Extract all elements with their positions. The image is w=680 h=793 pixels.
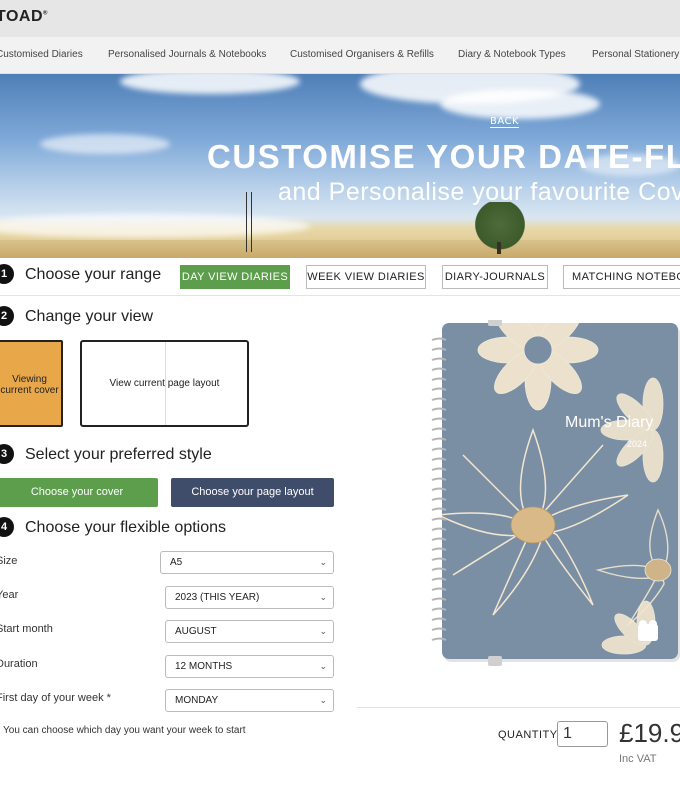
diary-cover-year: 2024 — [627, 439, 648, 449]
year-label: Year — [0, 589, 19, 601]
chevron-down-icon: ⌄ — [319, 661, 327, 671]
tree-trunk — [497, 242, 501, 254]
year-select[interactable]: 2023 (THIS YEAR) ⌄ — [165, 586, 334, 609]
size-select[interactable]: A5 ⌄ — [160, 551, 334, 574]
duration-select[interactable]: 12 MONTHS ⌄ — [165, 655, 334, 678]
chevron-down-icon: ⌄ — [319, 592, 327, 602]
first-day-select[interactable]: MONDAY ⌄ — [165, 689, 334, 712]
step-title-view: Change your view — [25, 308, 154, 325]
nav-item-diary-notebook-types[interactable]: Diary & Notebook Types — [458, 49, 566, 60]
range-button-diary-journals[interactable]: DIARY-JOURNALS — [442, 265, 548, 289]
step-number-2: 2 — [0, 306, 14, 326]
vat-note: Inc VAT — [619, 753, 657, 765]
divider — [357, 707, 680, 708]
nav-item-customised-organisers[interactable]: Customised Organisers & Refills — [290, 49, 434, 60]
diary-cover-preview — [431, 320, 680, 666]
step-title-range: Choose your range — [25, 266, 162, 283]
divider — [0, 295, 680, 296]
range-button-day-view[interactable]: DAY VIEW DIARIES — [180, 265, 290, 289]
range-button-matching-notebooks[interactable]: MATCHING NOTEBOOKS — [563, 265, 680, 289]
step-title-style: Select your preferred style — [25, 446, 212, 463]
year-value: 2023 (THIS YEAR) — [175, 592, 260, 603]
chevron-down-icon: ⌄ — [319, 626, 327, 636]
range-button-week-view[interactable]: WEEK VIEW DIARIES — [306, 265, 426, 289]
diary-cover-title: Mum's Diary — [565, 414, 654, 431]
cloud — [0, 214, 310, 238]
step-number-3: 3 — [0, 444, 14, 464]
cloud — [40, 134, 170, 154]
choose-cover-button[interactable]: Choose your cover — [0, 478, 158, 507]
size-label: Size — [0, 555, 18, 567]
first-day-value: MONDAY — [175, 695, 219, 706]
field — [0, 240, 680, 258]
step-number-4: 4 — [0, 517, 14, 537]
main-nav: Customised Diaries Personalised Journals… — [0, 37, 680, 74]
view-layout-label: View current page layout — [109, 378, 220, 389]
top-bar: TOAD® — [0, 0, 680, 37]
quantity-label: QUANTITY — [498, 729, 558, 741]
step-title-options: Choose your flexible options — [25, 519, 227, 536]
size-value: A5 — [170, 557, 183, 568]
nav-item-personalised-journals[interactable]: Personalised Journals & Notebooks — [108, 49, 266, 60]
cloud — [440, 89, 600, 119]
hero-title: CUSTOMISE YOUR DATE-FLEXIBLE — [207, 138, 680, 175]
step-number-1: 1 — [0, 264, 14, 284]
logo[interactable]: TOAD® — [0, 8, 48, 26]
chevron-down-icon: ⌄ — [319, 695, 327, 705]
cloud — [120, 74, 300, 94]
view-layout-button[interactable]: View current page layout — [80, 340, 249, 427]
view-cover-button[interactable]: Viewing current cover — [0, 340, 63, 427]
choose-page-layout-button[interactable]: Choose your page layout — [171, 478, 334, 507]
start-month-value: AUGUST — [175, 626, 217, 637]
first-day-label: First day of your week * — [0, 692, 111, 704]
back-link[interactable]: BACK — [490, 116, 520, 128]
quantity-input[interactable]: 1 — [557, 721, 608, 747]
start-month-select[interactable]: AUGUST ⌄ — [165, 620, 334, 643]
duration-value: 12 MONTHS — [175, 661, 233, 672]
hero-banner: BACK CUSTOMISE YOUR DATE-FLEXIBLE and Pe… — [0, 74, 680, 258]
pylon — [246, 192, 252, 252]
duration-label: Duration — [0, 658, 38, 670]
nav-item-personal-stationery[interactable]: Personal Stationery — [592, 49, 679, 60]
chevron-down-icon: ⌄ — [319, 557, 327, 567]
nav-item-customised-diaries[interactable]: Customised Diaries — [0, 49, 83, 60]
start-month-label: Start month — [0, 623, 53, 635]
first-day-hint: You can choose which day you want your w… — [3, 725, 246, 736]
hero-subtitle: and Personalise your favourite Cover The… — [278, 178, 680, 206]
price: £19.96 — [619, 718, 680, 748]
